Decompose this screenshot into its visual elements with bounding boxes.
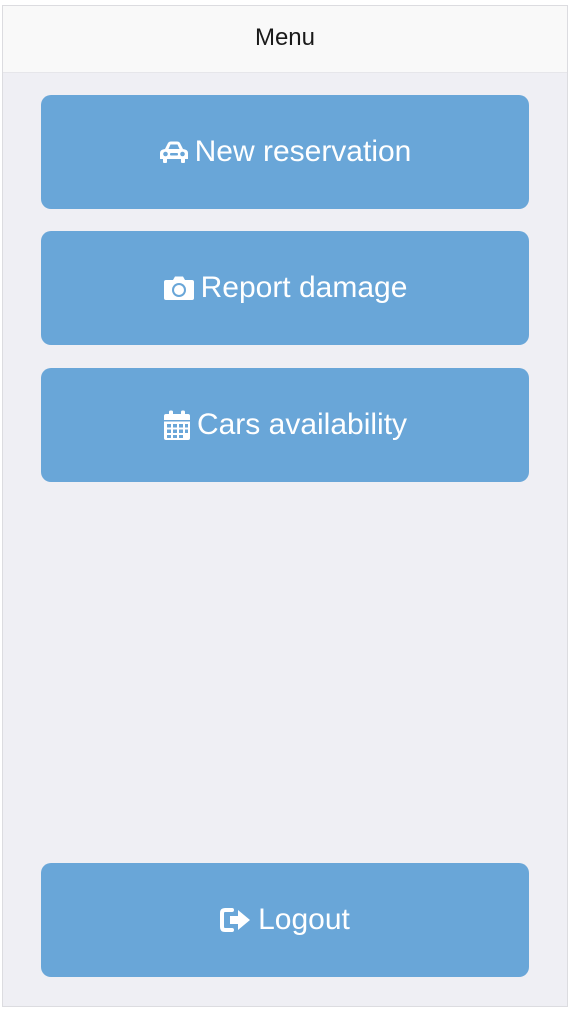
logout-label: Logout xyxy=(258,903,350,936)
page-title: Menu xyxy=(254,24,316,51)
cars-availability-label: Cars availability xyxy=(196,408,408,441)
new-reservation-button[interactable]: New reservation xyxy=(41,95,529,209)
sign-out-icon xyxy=(220,907,252,933)
camera-icon xyxy=(163,275,195,301)
app-frame: Menu New reservation Report damage Cars … xyxy=(2,5,568,1007)
car-icon xyxy=(159,140,189,164)
report-damage-button[interactable]: Report damage xyxy=(41,231,529,345)
new-reservation-label: New reservation xyxy=(194,135,412,168)
report-damage-label: Report damage xyxy=(200,271,408,304)
logout-button[interactable]: Logout xyxy=(41,863,529,977)
navbar: Menu xyxy=(3,6,567,73)
cars-availability-button[interactable]: Cars availability xyxy=(41,368,529,482)
calendar-icon xyxy=(163,410,191,441)
